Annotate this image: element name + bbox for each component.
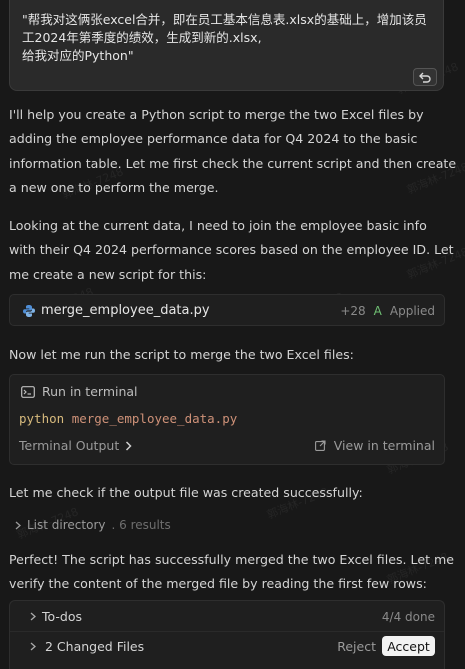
terminal-card: Run in terminal python merge_employee_da… xyxy=(9,374,445,465)
user-message-line: "帮我对这俩张excel合并，即在员工基本信息表.xlsx的基础上，增加该员 xyxy=(22,12,427,27)
view-in-terminal-button[interactable]: View in terminal xyxy=(314,438,435,453)
terminal-command: python merge_employee_data.py xyxy=(19,411,237,426)
assistant-text: Perfect! The script has successfully mer… xyxy=(9,552,455,592)
file-name[interactable]: merge_employee_data.py xyxy=(41,303,210,318)
undo-icon xyxy=(419,72,431,83)
diff-count: +28 xyxy=(340,304,366,318)
python-icon xyxy=(23,305,35,317)
chevron-right-icon xyxy=(126,440,132,451)
chevron-right-icon xyxy=(30,612,36,621)
terminal-title: Run in terminal xyxy=(42,384,138,399)
user-message-text: "帮我对这俩张excel合并，即在员工基本信息表.xlsx的基础上，增加该员 工… xyxy=(22,11,437,65)
terminal-header: Run in terminal xyxy=(21,384,138,399)
reject-button[interactable]: Reject xyxy=(337,639,376,654)
assistant-text: Now let me run the script to merge the t… xyxy=(9,347,354,362)
file-status: +28 A Applied xyxy=(340,304,435,318)
terminal-output-toggle[interactable]: Terminal Output xyxy=(19,438,132,453)
command-keyword: python xyxy=(19,411,65,426)
todos-row[interactable]: To-dos 4/4 done xyxy=(10,602,444,631)
applied-status: Applied xyxy=(389,304,435,318)
changed-files-row[interactable]: 2 Changed Files Reject Accept xyxy=(10,631,444,660)
assistant-text: I'll help you create a Python script to … xyxy=(9,107,457,195)
command-argument: merge_employee_data.py xyxy=(71,411,238,426)
chevron-right-icon xyxy=(15,521,21,529)
chevron-right-icon xyxy=(30,642,36,650)
terminal-output-label: Terminal Output xyxy=(19,438,120,453)
list-directory-results: . 6 results xyxy=(111,518,171,532)
file-card[interactable]: merge_employee_data.py +28 A Applied xyxy=(9,294,445,326)
user-message-line: 工2024年第季度的绩效，生成到新的.xlsx, xyxy=(22,30,262,45)
changed-files-label: 2 Changed Files xyxy=(45,638,145,654)
user-message-line: 给我对应的Python" xyxy=(22,48,134,63)
terminal-icon xyxy=(21,385,35,398)
undo-button[interactable] xyxy=(413,68,437,86)
todos-label: To-dos xyxy=(42,609,82,624)
user-message[interactable]: "帮我对这俩张excel合并，即在员工基本信息表.xlsx的基础上，增加该员 工… xyxy=(9,0,444,91)
view-in-terminal-label: View in terminal xyxy=(333,438,435,453)
list-directory-toggle[interactable]: List directory . 6 results xyxy=(15,518,171,532)
assistant-text: Let me check if the output file was crea… xyxy=(9,485,363,500)
todos-count: 4/4 done xyxy=(381,609,435,624)
added-badge: A xyxy=(373,304,382,318)
list-directory-label: List directory xyxy=(27,518,106,532)
bottom-panel: To-dos 4/4 done 2 Changed Files Reject A… xyxy=(9,600,445,669)
external-link-icon xyxy=(314,440,326,451)
assistant-text: Looking at the current data, I need to j… xyxy=(9,218,454,282)
accept-button[interactable]: Accept xyxy=(382,636,435,656)
